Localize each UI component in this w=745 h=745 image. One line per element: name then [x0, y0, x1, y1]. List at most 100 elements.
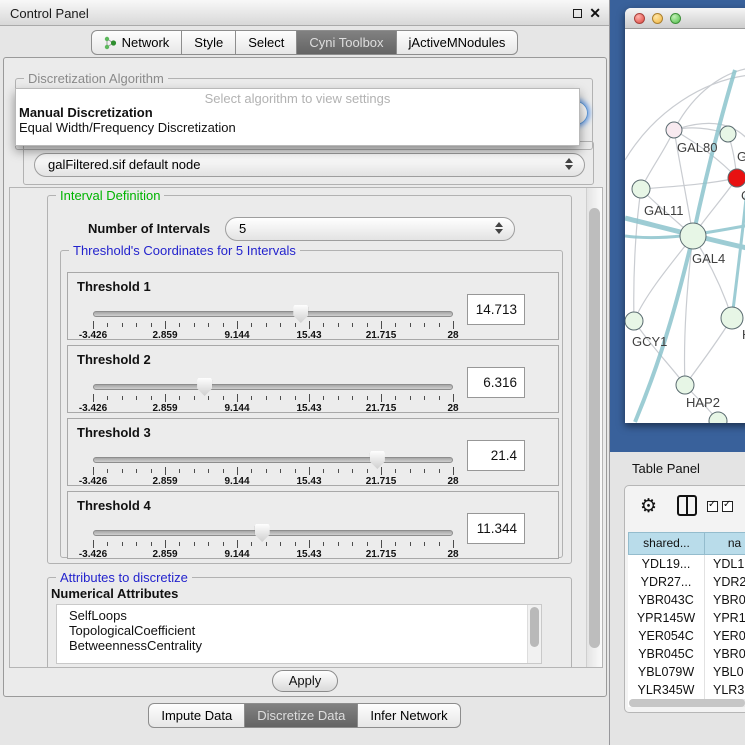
threshold-value-field[interactable]: 21.4 — [467, 440, 525, 471]
slider-tick — [453, 321, 454, 329]
network-view-window[interactable]: GAL80 GA C GAL11 GAL4 GCY1 H HAP2 — [625, 8, 745, 423]
node-label: GA — [737, 149, 745, 164]
slider-scale: -3.4262.8599.14415.4321.71528 — [93, 394, 453, 414]
cell-shared-name[interactable]: YER054C — [628, 627, 705, 645]
slider-tick — [410, 323, 411, 327]
slider-track[interactable] — [93, 530, 453, 536]
cell-shared-name[interactable]: YBR043C — [628, 591, 705, 609]
apply-button[interactable]: Apply — [272, 670, 338, 692]
slider-track[interactable] — [93, 311, 453, 317]
list-scrollbar[interactable] — [527, 605, 541, 663]
slider-tick — [352, 542, 353, 546]
slider-tick-label: 15.43 — [296, 330, 321, 341]
tab-impute-data[interactable]: Impute Data — [148, 703, 245, 728]
slider-tick — [395, 396, 396, 400]
cell-name[interactable]: YBR0 — [705, 645, 745, 663]
network-canvas[interactable]: GAL80 GA C GAL11 GAL4 GCY1 H HAP2 — [625, 30, 745, 423]
cell-shared-name[interactable]: YDR27... — [628, 573, 705, 591]
scrollbar-thumb[interactable] — [589, 208, 600, 648]
top-tabstrip: Network Style Select Cyni Toolbox jActiv… — [0, 30, 609, 55]
cell-name[interactable]: YDR2 — [705, 573, 745, 591]
table-row[interactable]: YBL079WYBL0 — [628, 663, 745, 681]
slider-track[interactable] — [93, 457, 453, 463]
slider-tick — [223, 396, 224, 400]
slider-track[interactable] — [93, 384, 453, 390]
table-row[interactable]: YER054CYER0 — [628, 627, 745, 645]
slider-tick — [395, 542, 396, 546]
close-icon[interactable]: ✕ — [589, 5, 601, 22]
float-window-icon[interactable] — [573, 9, 582, 18]
node-top-right[interactable] — [720, 126, 736, 142]
node-gcy1[interactable] — [625, 312, 643, 330]
checkbox-icon[interactable] — [707, 501, 718, 512]
table-row[interactable]: YBR043CYBR0 — [628, 591, 745, 609]
table-data-combobox[interactable]: galFiltered.sif default node — [34, 153, 585, 177]
slider-tick-label: 2.859 — [152, 330, 177, 341]
slider-tick — [136, 396, 137, 400]
cell-name[interactable]: YBL0 — [705, 663, 745, 681]
node-gal80[interactable] — [666, 122, 682, 138]
column-header-name[interactable]: na — [705, 532, 745, 555]
tab-style[interactable]: Style — [182, 30, 236, 55]
node-h[interactable] — [721, 307, 743, 329]
column-header-shared[interactable]: shared... — [628, 532, 705, 555]
zoom-traffic-light-icon[interactable] — [670, 13, 681, 24]
cell-shared-name[interactable]: YLR345W — [628, 681, 705, 699]
attribute-list-item[interactable]: BetweennessCentrality — [69, 638, 541, 653]
cell-shared-name[interactable]: YDL19... — [628, 555, 705, 573]
threshold-slider[interactable]: -3.4262.8599.14415.4321.71528 — [93, 379, 453, 413]
dropdown-option-manual-discretization[interactable]: Manual Discretization — [16, 105, 579, 120]
cell-shared-name[interactable]: YPR145W — [628, 609, 705, 627]
slider-tick — [295, 323, 296, 327]
slider-tick — [323, 396, 324, 400]
table-row[interactable]: YDR27...YDR2 — [628, 573, 745, 591]
tab-discretize-data[interactable]: Discretize Data — [245, 703, 358, 728]
scrollbar-thumb[interactable] — [629, 699, 745, 707]
tab-network[interactable]: Network — [91, 30, 183, 55]
cell-name[interactable]: YPR1 — [705, 609, 745, 627]
tab-jactivemnodules[interactable]: jActiveMNodules — [397, 30, 519, 55]
threshold-value-field[interactable]: 11.344 — [467, 513, 525, 544]
cell-name[interactable]: YDL1 — [705, 555, 745, 573]
cell-name[interactable]: YLR3 — [705, 681, 745, 699]
slider-tick-label: 28 — [447, 330, 458, 341]
node-gal11[interactable] — [632, 180, 650, 198]
numerical-attributes-list[interactable]: SelfLoopsTopologicalCoefficientBetweenne… — [56, 604, 542, 664]
dropdown-option-equal-width-frequency[interactable]: Equal Width/Frequency Discretization — [16, 120, 579, 135]
table-row[interactable]: YPR145WYPR1 — [628, 609, 745, 627]
minimize-traffic-light-icon[interactable] — [652, 13, 663, 24]
threshold-slider[interactable]: -3.4262.8599.14415.4321.71528 — [93, 525, 453, 559]
node-gal4[interactable] — [680, 223, 706, 249]
group-title: Discretization Algorithm — [24, 71, 168, 86]
number-of-intervals-combobox[interactable]: 5 — [225, 217, 515, 241]
cell-shared-name[interactable]: YBL079W — [628, 663, 705, 681]
gear-icon[interactable]: ⚙ — [640, 495, 657, 517]
threshold-slider[interactable]: -3.4262.8599.14415.4321.71528 — [93, 306, 453, 340]
threshold-slider[interactable]: -3.4262.8599.14415.4321.71528 — [93, 452, 453, 486]
horizontal-scrollbar[interactable] — [629, 699, 745, 707]
tab-label: jActiveMNodules — [409, 35, 506, 50]
threshold-value-field[interactable]: 14.713 — [467, 294, 525, 325]
table-row[interactable]: YDL19...YDL1 — [628, 555, 745, 573]
slider-tick — [151, 469, 152, 473]
attribute-list-item[interactable]: TopologicalCoefficient — [69, 623, 541, 638]
slider-tick — [410, 396, 411, 400]
vertical-scrollbar[interactable] — [586, 188, 602, 667]
cell-shared-name[interactable]: YBR045C — [628, 645, 705, 663]
column-view-icon[interactable] — [677, 495, 697, 516]
slider-tick — [151, 542, 152, 546]
tab-cyni-toolbox[interactable]: Cyni Toolbox — [297, 30, 396, 55]
attribute-list-item[interactable]: SelfLoops — [69, 608, 541, 623]
checkbox-icon[interactable] — [722, 501, 733, 512]
tab-select[interactable]: Select — [236, 30, 297, 55]
tab-infer-network[interactable]: Infer Network — [358, 703, 460, 728]
cell-name[interactable]: YBR0 — [705, 591, 745, 609]
node-hap2[interactable] — [676, 376, 694, 394]
table-row[interactable]: YLR345WYLR3 — [628, 681, 745, 699]
table-row[interactable]: YBR045CYBR0 — [628, 645, 745, 663]
node-selected-red[interactable] — [728, 169, 745, 187]
slider-tick — [165, 467, 166, 475]
cell-name[interactable]: YER0 — [705, 627, 745, 645]
threshold-value-field[interactable]: 6.316 — [467, 367, 525, 398]
close-traffic-light-icon[interactable] — [634, 13, 645, 24]
